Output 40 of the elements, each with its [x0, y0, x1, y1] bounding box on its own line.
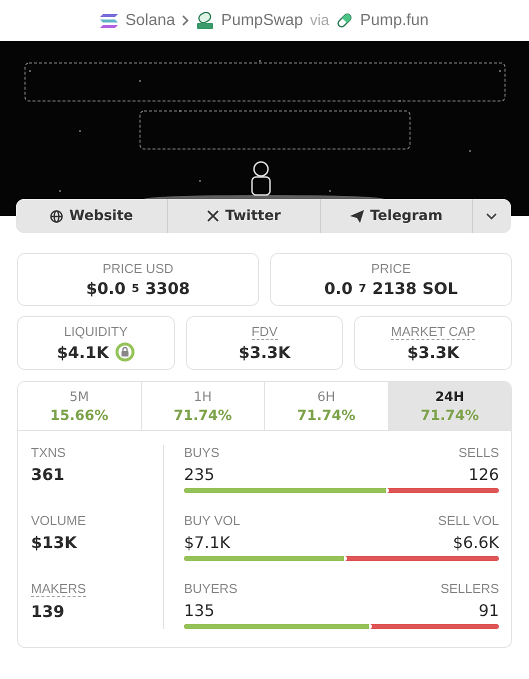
metric-label: MARKET CAP — [391, 324, 476, 340]
stat-label: VOLUME — [31, 513, 86, 528]
website-link-button[interactable]: Website — [16, 199, 168, 233]
metric-value: $3.3K — [238, 343, 290, 362]
stat-value: 361 — [31, 465, 64, 484]
via-text: via — [310, 12, 330, 29]
sell-label: SELLS — [458, 445, 499, 460]
chevron-down-icon — [486, 212, 498, 220]
pill-icon — [196, 12, 214, 30]
buy-value: $7.1K — [184, 533, 232, 552]
stat-value: $13K — [31, 533, 77, 552]
buy-value: 235 — [184, 465, 216, 484]
metric-label: LIQUIDITY — [64, 324, 128, 339]
sell-label: SELL VOL — [438, 513, 499, 528]
dex-link[interactable]: PumpSwap — [221, 12, 303, 30]
buy-label: BUYS — [184, 445, 220, 460]
globe-icon — [50, 210, 64, 222]
metric-value: $3.3K — [407, 343, 460, 362]
sell-value: $6.6K — [452, 533, 499, 552]
metric-value: $4.1K — [56, 342, 109, 362]
launchpad-link[interactable]: Pump.fun — [360, 12, 429, 30]
buy-value: 135 — [184, 601, 216, 620]
period-tab[interactable]: 5M 15.66% — [18, 382, 142, 430]
price-label: PRICE — [371, 261, 411, 276]
stripes-icon — [100, 14, 118, 28]
chevron-right-icon — [182, 15, 190, 26]
buy-label: BUYERS — [184, 581, 238, 596]
chain-link[interactable]: Solana — [125, 12, 176, 30]
sell-value: 91 — [478, 601, 499, 620]
price-label: PRICE USD — [102, 261, 174, 276]
paper-plane-icon — [350, 210, 364, 222]
stat-label: TXNS — [31, 445, 66, 460]
x-icon — [207, 210, 220, 222]
buy-label: BUY VOL — [184, 513, 240, 528]
stat-value: 139 — [31, 602, 64, 621]
stat-label: MAKERS — [31, 581, 86, 597]
sell-label: SELLERS — [440, 581, 499, 596]
sell-value: 126 — [468, 465, 499, 484]
period-tab[interactable]: 24H 71.74% — [388, 382, 511, 430]
metric-label: FDV — [252, 324, 278, 340]
